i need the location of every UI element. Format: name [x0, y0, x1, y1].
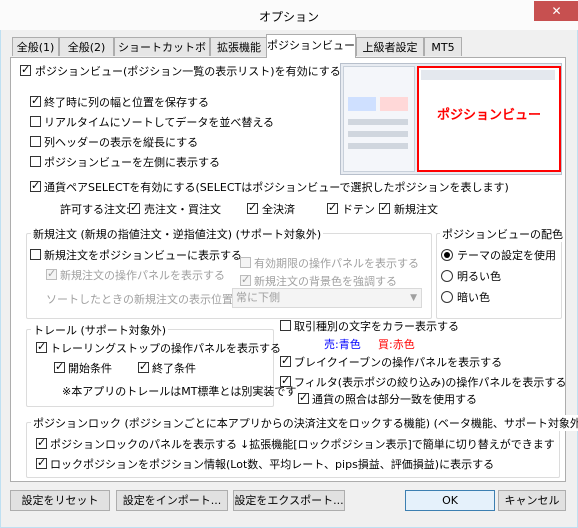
realtime-sort-label: リアルタイムにソートしてデータを並べ替える: [44, 116, 275, 129]
close-button[interactable]: ✕: [534, 1, 578, 21]
allow-new-order-checkbox[interactable]: [379, 201, 390, 214]
chevron-down-icon: ▼: [410, 293, 417, 303]
show-expiry-panel-checkbox[interactable]: [240, 257, 251, 268]
new-order-group-title: 新規注文 (新規の指値注文・逆指値注文) (サポート対象外): [31, 226, 324, 242]
tab-mt5[interactable]: MT5: [424, 37, 462, 56]
show-new-order-checkbox[interactable]: [30, 249, 41, 260]
position-lock-title: ポジションロック (ポジションごとに本アプリからの決済注文をロックする機能) (…: [31, 415, 578, 431]
save-columns-checkbox[interactable]: [30, 94, 41, 107]
show-new-order-label: 新規注文をポジションビューに表示する: [44, 249, 242, 262]
preview-header: [421, 70, 555, 80]
filter-panel-label: フィルタ(表示ポジの絞り込み)の操作パネルを表示する: [294, 376, 567, 389]
allow-close-all-label: 全決済: [262, 203, 295, 216]
import-settings-button[interactable]: 設定をインポート...: [116, 490, 228, 511]
lock-hint: ↓拡張機能[ロックポジション表示]で簡単に切り替えができます: [240, 438, 555, 451]
start-condition-checkbox[interactable]: [54, 360, 65, 373]
sort-position-select[interactable]: 常に下側 ▼: [232, 288, 422, 308]
trailing-panel-checkbox[interactable]: [36, 340, 47, 353]
trailing-panel-label: トレーリングストップの操作パネルを表示する: [50, 342, 281, 355]
partial-match-label: 通貨の照合は部分一致を使用する: [312, 393, 477, 406]
lock-panel-label: ポジションロックのパネルを表示する: [50, 438, 237, 451]
allow-new-order-label: 新規注文: [394, 203, 438, 216]
allowed-orders-label: 許可する注文:: [60, 203, 130, 216]
left-side-checkbox[interactable]: [30, 156, 41, 167]
light-color-label: 明るい色: [457, 270, 501, 283]
breakeven-panel-label: ブレイクイーブンの操作パネルを表示する: [294, 356, 503, 369]
sell-color-label: 売:青色: [324, 338, 361, 351]
preview-position-list: ポジションビュー: [417, 66, 561, 172]
filter-panel-checkbox[interactable]: [280, 374, 291, 387]
highlight-bg-label: 新規注文の背景色を強調する: [254, 275, 397, 288]
title-bar: オプション ✕: [0, 0, 578, 30]
vertical-header-checkbox[interactable]: [30, 136, 41, 147]
pair-select-checkbox[interactable]: [30, 179, 41, 192]
trail-group-title: トレール (サポート対象外): [31, 322, 169, 338]
trail-note: ※本アプリのトレールはMT標準とは別実装です: [62, 385, 297, 398]
allow-close-all-checkbox[interactable]: [247, 201, 258, 214]
buy-color-label: 買:赤色: [378, 338, 415, 351]
preview-ask-box: [380, 97, 408, 111]
preview-trade-panel: [343, 66, 415, 172]
show-new-order-panel-label: 新規注文の操作パネルを表示する: [60, 269, 225, 282]
enable-position-view-checkbox[interactable]: [20, 63, 31, 76]
color-scheme-title: ポジションビューの配色: [440, 226, 565, 242]
theme-color-label: テーマの設定を使用: [457, 249, 556, 262]
preview-row: [348, 143, 408, 149]
reset-settings-button[interactable]: 設定をリセット: [10, 490, 110, 511]
save-columns-label: 終了時に列の幅と位置を保存する: [44, 96, 209, 109]
preview-row: [348, 131, 408, 137]
sort-position-value: 常に下側: [236, 291, 280, 304]
lock-panel-checkbox[interactable]: [36, 436, 47, 449]
allow-doten-label: ドテン: [342, 203, 375, 216]
window-title: オプション: [258, 10, 319, 24]
dark-color-label: 暗い色: [457, 291, 490, 304]
breakeven-panel-checkbox[interactable]: [280, 354, 291, 367]
allow-buy-sell-checkbox[interactable]: [129, 201, 140, 214]
start-condition-label: 開始条件: [68, 362, 112, 375]
export-settings-button[interactable]: 設定をエクスポート...: [233, 490, 345, 511]
position-view-preview: ポジションビュー: [340, 63, 562, 175]
partial-match-checkbox[interactable]: [298, 391, 309, 404]
end-condition-label: 終了条件: [152, 362, 196, 375]
ok-button[interactable]: OK: [405, 490, 495, 511]
tab-extensions[interactable]: 拡張機能: [210, 37, 268, 56]
preview-label: ポジションビュー: [436, 108, 541, 123]
color-type-checkbox[interactable]: [280, 320, 291, 331]
pair-select-label: 通貨ペアSELECTを有効にする(SELECTはポジションビューで選択したポジシ…: [44, 181, 509, 194]
lock-info-checkbox[interactable]: [36, 456, 47, 469]
cancel-button[interactable]: キャンセル: [498, 490, 566, 511]
vertical-header-label: 列ヘッダーの表示を縦長にする: [44, 136, 199, 149]
left-side-label: ポジションビューを左側に表示する: [44, 156, 220, 169]
preview-row: [348, 119, 408, 125]
lock-info-label: ロックポジションをポジション情報(Lot数、平均レート、pips損益、評価損益)…: [50, 458, 495, 471]
highlight-bg-checkbox[interactable]: [240, 273, 251, 286]
light-color-radio[interactable]: [441, 270, 453, 282]
tab-position-view[interactable]: ポジションビュー: [266, 34, 356, 58]
tab-general-1[interactable]: 全般(1): [12, 37, 59, 56]
color-type-label: 取引種別の文字をカラー表示する: [294, 320, 459, 333]
enable-position-view-label: ポジションビュー(ポジション一覧の表示リスト)を有効にする: [35, 65, 341, 78]
show-expiry-panel-label: 有効期限の操作パネルを表示する: [254, 257, 419, 270]
allow-buy-sell-label: 売注文・買注文: [144, 203, 221, 216]
show-new-order-panel-checkbox[interactable]: [46, 267, 57, 280]
dark-color-radio[interactable]: [441, 291, 453, 303]
preview-bid-box: [348, 97, 376, 111]
tab-advanced[interactable]: 上級者設定: [356, 37, 424, 56]
tab-shortcut-buttons[interactable]: ショートカットボタン: [114, 37, 210, 73]
realtime-sort-checkbox[interactable]: [30, 116, 41, 127]
theme-color-radio[interactable]: [441, 249, 453, 261]
sort-position-label: ソートしたときの新規注文の表示位置:: [46, 293, 237, 306]
allow-doten-checkbox[interactable]: [327, 201, 338, 214]
tab-general-2[interactable]: 全般(2): [59, 37, 114, 56]
end-condition-checkbox[interactable]: [138, 360, 149, 373]
